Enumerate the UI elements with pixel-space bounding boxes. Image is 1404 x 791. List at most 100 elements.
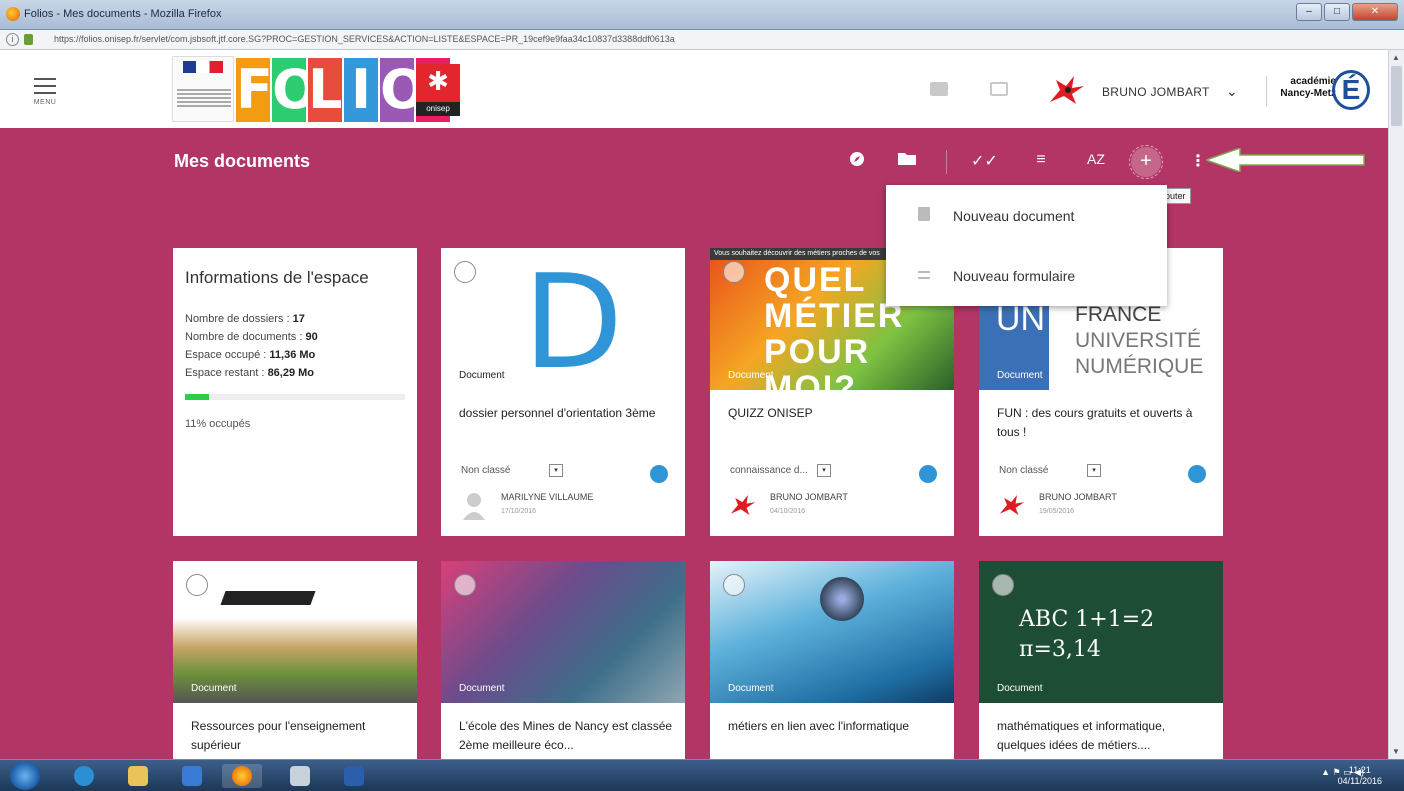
space-info-heading: Informations de l'espace bbox=[185, 268, 369, 287]
card-title[interactable]: Ressources pour l'enseignement supérieur bbox=[191, 717, 405, 755]
lock-icon bbox=[24, 34, 33, 45]
thumb-text: FRANCE UNIVERSITÉ NUMÉRIQUE bbox=[1075, 302, 1203, 380]
category-label: Non classé bbox=[999, 465, 1049, 476]
document-card[interactable]: D Document dossier personnel d'orientati… bbox=[441, 248, 685, 536]
user-avatar[interactable] bbox=[1046, 72, 1088, 108]
add-button[interactable]: + bbox=[1129, 145, 1163, 179]
message-icon[interactable] bbox=[990, 82, 1008, 96]
select-checkbox[interactable] bbox=[454, 261, 476, 283]
calculator-icon bbox=[290, 766, 310, 786]
document-card[interactable]: Document L'école des Mines de Nancy est … bbox=[441, 561, 685, 759]
usage-percent: 11% occupés bbox=[185, 418, 251, 430]
media-taskbar-button[interactable] bbox=[172, 764, 212, 788]
user-avatar bbox=[463, 493, 485, 520]
scroll-up-icon[interactable]: ▲ bbox=[1392, 53, 1400, 62]
double-check-icon[interactable]: ✓✓ bbox=[971, 151, 998, 171]
select-checkbox[interactable] bbox=[454, 574, 476, 596]
documents-count: Nombre de documents : 90 bbox=[185, 328, 405, 346]
card-author: BRUNO JOMBART bbox=[1039, 492, 1117, 502]
list-view-icon[interactable]: ≡ bbox=[1029, 151, 1053, 169]
card-title[interactable]: métiers en lien avec l'informatique bbox=[728, 717, 942, 736]
document-badge: Document bbox=[728, 683, 774, 694]
document-badge: Document bbox=[459, 683, 505, 694]
category-select[interactable]: ▾ bbox=[1087, 464, 1101, 477]
category-select[interactable]: ▾ bbox=[817, 464, 831, 477]
card-title[interactable]: L'école des Mines de Nancy est classée 2… bbox=[459, 717, 673, 755]
address-bar[interactable]: i https://folios.onisep.fr/servlet/com.j… bbox=[0, 30, 1404, 50]
explorer-taskbar-button[interactable] bbox=[118, 764, 158, 788]
card-title[interactable]: dossier personnel d'orientation 3ème bbox=[459, 404, 673, 423]
folios-letter: F bbox=[236, 58, 273, 122]
used-value: 11,36 Mo bbox=[269, 349, 316, 361]
maximize-button[interactable]: □ bbox=[1324, 3, 1350, 21]
minimize-button[interactable]: – bbox=[1296, 3, 1322, 21]
folders-value: 17 bbox=[292, 313, 305, 325]
card-thumbnail bbox=[173, 561, 417, 703]
document-card[interactable]: Document métiers en lien avec l'informat… bbox=[710, 561, 954, 759]
card-title[interactable]: QUIZZ ONISEP bbox=[728, 404, 942, 423]
media-player-icon bbox=[182, 766, 202, 786]
folder-icon[interactable] bbox=[895, 151, 919, 170]
document-card[interactable]: Document Ressources pour l'enseignement … bbox=[173, 561, 417, 759]
card-thumbnail: ABC 1+1=2 π=3,14 bbox=[979, 561, 1223, 703]
category-label: connaissance d... bbox=[730, 465, 808, 476]
briefcase-icon[interactable] bbox=[930, 82, 948, 96]
user-avatar bbox=[999, 495, 1025, 515]
documents-label: Nombre de documents : bbox=[185, 331, 303, 343]
select-checkbox[interactable] bbox=[723, 574, 745, 596]
hamburger-icon bbox=[30, 78, 60, 94]
taskbar-clock[interactable]: 11:21 04/11/2016 bbox=[1338, 765, 1382, 787]
select-checkbox[interactable] bbox=[723, 261, 745, 283]
space-info-card: Informations de l'espace Nombre de dossi… bbox=[173, 248, 417, 536]
scrollbar-thumb[interactable] bbox=[1391, 66, 1402, 126]
space-used: Espace occupé : 11,36 Mo bbox=[185, 346, 405, 364]
menu-button[interactable]: MENU bbox=[30, 78, 60, 106]
graduation-cap-icon bbox=[220, 591, 316, 605]
status-dot[interactable] bbox=[1188, 465, 1206, 483]
page-scrollbar[interactable]: ▲ ▼ bbox=[1388, 50, 1404, 759]
status-dot[interactable] bbox=[919, 465, 937, 483]
menu-label: MENU bbox=[33, 99, 57, 106]
app-header: MENU F O L I O S ✱ onisep BRUNO JOMBART … bbox=[0, 50, 1388, 128]
category-select[interactable]: ▾ bbox=[549, 464, 563, 477]
thumb-line: NUMÉRIQUE bbox=[1075, 355, 1204, 378]
annotation-arrow-icon bbox=[1206, 148, 1365, 172]
folders-label: Nombre de dossiers : bbox=[185, 313, 290, 325]
status-dot[interactable] bbox=[650, 465, 668, 483]
user-name[interactable]: BRUNO JOMBART bbox=[1102, 85, 1210, 99]
ministry-logo bbox=[172, 56, 234, 122]
document-badge: Document bbox=[728, 370, 774, 381]
ie-taskbar-button[interactable] bbox=[64, 764, 104, 788]
document-icon bbox=[918, 207, 930, 221]
onisep-star-icon: ✱ bbox=[427, 66, 449, 96]
folios-letter: O bbox=[272, 58, 318, 122]
scroll-down-icon[interactable]: ▼ bbox=[1392, 747, 1400, 756]
new-form-item[interactable]: Nouveau formulaire bbox=[886, 245, 1167, 305]
thumb-line: UNIVERSITÉ bbox=[1075, 329, 1202, 352]
clock-date: 04/11/2016 bbox=[1337, 776, 1382, 786]
document-badge: Document bbox=[997, 683, 1043, 694]
chevron-down-icon[interactable]: ⌄ bbox=[1226, 83, 1238, 100]
start-button-icon[interactable] bbox=[10, 762, 40, 790]
select-checkbox[interactable] bbox=[992, 574, 1014, 596]
calculator-taskbar-button[interactable] bbox=[280, 764, 320, 788]
folios-letter: L bbox=[308, 58, 343, 122]
card-title[interactable]: FUN : des cours gratuits et ouverts à to… bbox=[997, 404, 1211, 442]
document-card[interactable]: ABC 1+1=2 π=3,14 Document mathématiques … bbox=[979, 561, 1223, 759]
space-free: Espace restant : 86,29 Mo bbox=[185, 364, 405, 382]
url-text[interactable]: https://folios.onisep.fr/servlet/com.jsb… bbox=[54, 34, 675, 44]
sort-az-icon[interactable]: AZ bbox=[1084, 151, 1108, 167]
onisep-label: onisep bbox=[416, 102, 460, 116]
word-taskbar-button[interactable] bbox=[334, 764, 374, 788]
firefox-taskbar-button[interactable] bbox=[222, 764, 262, 788]
site-info-icon[interactable]: i bbox=[6, 33, 19, 46]
select-checkbox[interactable] bbox=[186, 574, 208, 596]
os-taskbar: ▲ ⚑ ▭ ◀) 11:21 04/11/2016 bbox=[0, 759, 1404, 791]
new-document-item[interactable]: Nouveau document bbox=[886, 185, 1167, 245]
card-title[interactable]: mathématiques et informatique, quelques … bbox=[997, 717, 1211, 755]
folios-letter: I bbox=[344, 58, 378, 122]
word-icon bbox=[344, 766, 364, 786]
compass-icon[interactable] bbox=[845, 151, 869, 172]
academie-logo: académie Nancy-Metz bbox=[1280, 76, 1336, 100]
close-button[interactable]: ✕ bbox=[1352, 3, 1398, 21]
